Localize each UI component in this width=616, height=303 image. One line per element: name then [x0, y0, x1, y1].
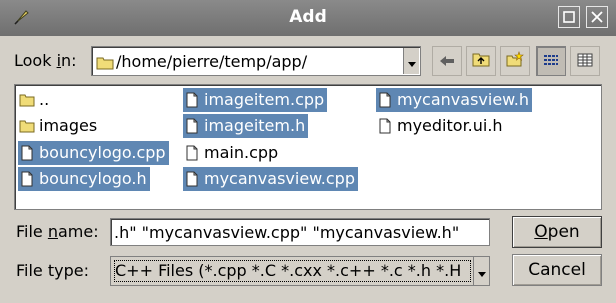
list-item[interactable]: myeditor.ui.h: [376, 114, 506, 138]
chevron-down-icon: [477, 262, 486, 281]
parent-folder-icon: [472, 51, 490, 71]
file-icon: [376, 91, 394, 109]
list-item-label: ..: [39, 90, 50, 109]
look-in-combo[interactable]: /home/pierre/temp/app/: [91, 46, 421, 76]
folder-icon: [18, 117, 36, 135]
file-list[interactable]: .. images bouncylogo.cpp bouncylogo.h im…: [14, 84, 602, 210]
file-name-input[interactable]: .h" "mycanvasview.cpp" "mycanvasview.h": [110, 218, 490, 246]
file-type-label: File type:: [16, 261, 89, 280]
open-button[interactable]: Open: [512, 216, 602, 248]
file-icon: [183, 91, 201, 109]
file-type-combo[interactable]: C++ Files (*.cpp *.C *.cxx *.c++ *.c *.h…: [110, 256, 490, 286]
folder-icon: [18, 91, 36, 109]
list-view-icon: [543, 52, 559, 71]
back-button[interactable]: [432, 46, 462, 76]
list-item-label: main.cpp: [204, 143, 279, 162]
close-icon: [591, 8, 603, 27]
close-button[interactable]: [586, 6, 608, 28]
add-file-dialog: Add Look in: /home/pierre/temp/app/ .. i…: [0, 0, 616, 303]
file-type-dropdown-button[interactable]: [473, 257, 489, 285]
list-item-label: mycanvasview.cpp: [204, 169, 355, 188]
parent-folder-button[interactable]: [466, 46, 496, 76]
list-view-button[interactable]: [536, 46, 566, 76]
look-in-label: Look in:: [14, 51, 77, 70]
detail-view-icon: [577, 52, 593, 71]
list-item-label: bouncylogo.h: [39, 169, 147, 188]
file-icon: [18, 144, 36, 162]
list-item[interactable]: images: [18, 114, 100, 138]
folder-icon: [96, 55, 114, 74]
chevron-down-icon: [407, 52, 416, 71]
list-item[interactable]: mycanvasview.cpp: [183, 167, 358, 191]
file-name-value: .h" "mycanvasview.cpp" "mycanvasview.h": [114, 223, 460, 242]
list-item[interactable]: main.cpp: [183, 141, 281, 165]
list-item-label: imageitem.cpp: [204, 90, 325, 109]
list-item-label: myeditor.ui.h: [397, 116, 503, 135]
look-in-path: /home/pierre/temp/app/: [116, 52, 308, 71]
list-item[interactable]: mycanvasview.h: [376, 88, 533, 112]
file-icon: [183, 170, 201, 188]
list-item-label: mycanvasview.h: [397, 90, 530, 109]
list-item[interactable]: ..: [18, 88, 52, 112]
list-item-label: bouncylogo.cpp: [39, 143, 166, 162]
window-title: Add: [289, 7, 327, 27]
file-icon: [183, 117, 201, 135]
list-item[interactable]: imageitem.cpp: [183, 88, 328, 112]
list-item-label: imageitem.h: [204, 116, 306, 135]
cancel-button[interactable]: Cancel: [512, 254, 602, 286]
file-type-value: C++ Files (*.cpp *.C *.cxx *.c++ *.c *.h…: [115, 261, 462, 280]
back-arrow-icon: [439, 52, 455, 71]
file-name-label: File name:: [16, 222, 99, 241]
file-icon: [376, 117, 394, 135]
maximize-icon: [563, 8, 575, 27]
look-in-dropdown-button[interactable]: [403, 48, 419, 74]
detail-view-button[interactable]: [570, 46, 600, 76]
list-item[interactable]: bouncylogo.h: [18, 167, 150, 191]
list-item-label: images: [39, 116, 98, 135]
list-item[interactable]: imageitem.h: [183, 114, 309, 138]
new-folder-icon: [506, 51, 524, 71]
title-bar[interactable]: Add: [0, 0, 616, 36]
file-icon: [183, 144, 201, 162]
maximize-button[interactable]: [558, 6, 580, 28]
new-folder-button[interactable]: [500, 46, 530, 76]
list-item[interactable]: bouncylogo.cpp: [18, 141, 169, 165]
file-icon: [18, 170, 36, 188]
